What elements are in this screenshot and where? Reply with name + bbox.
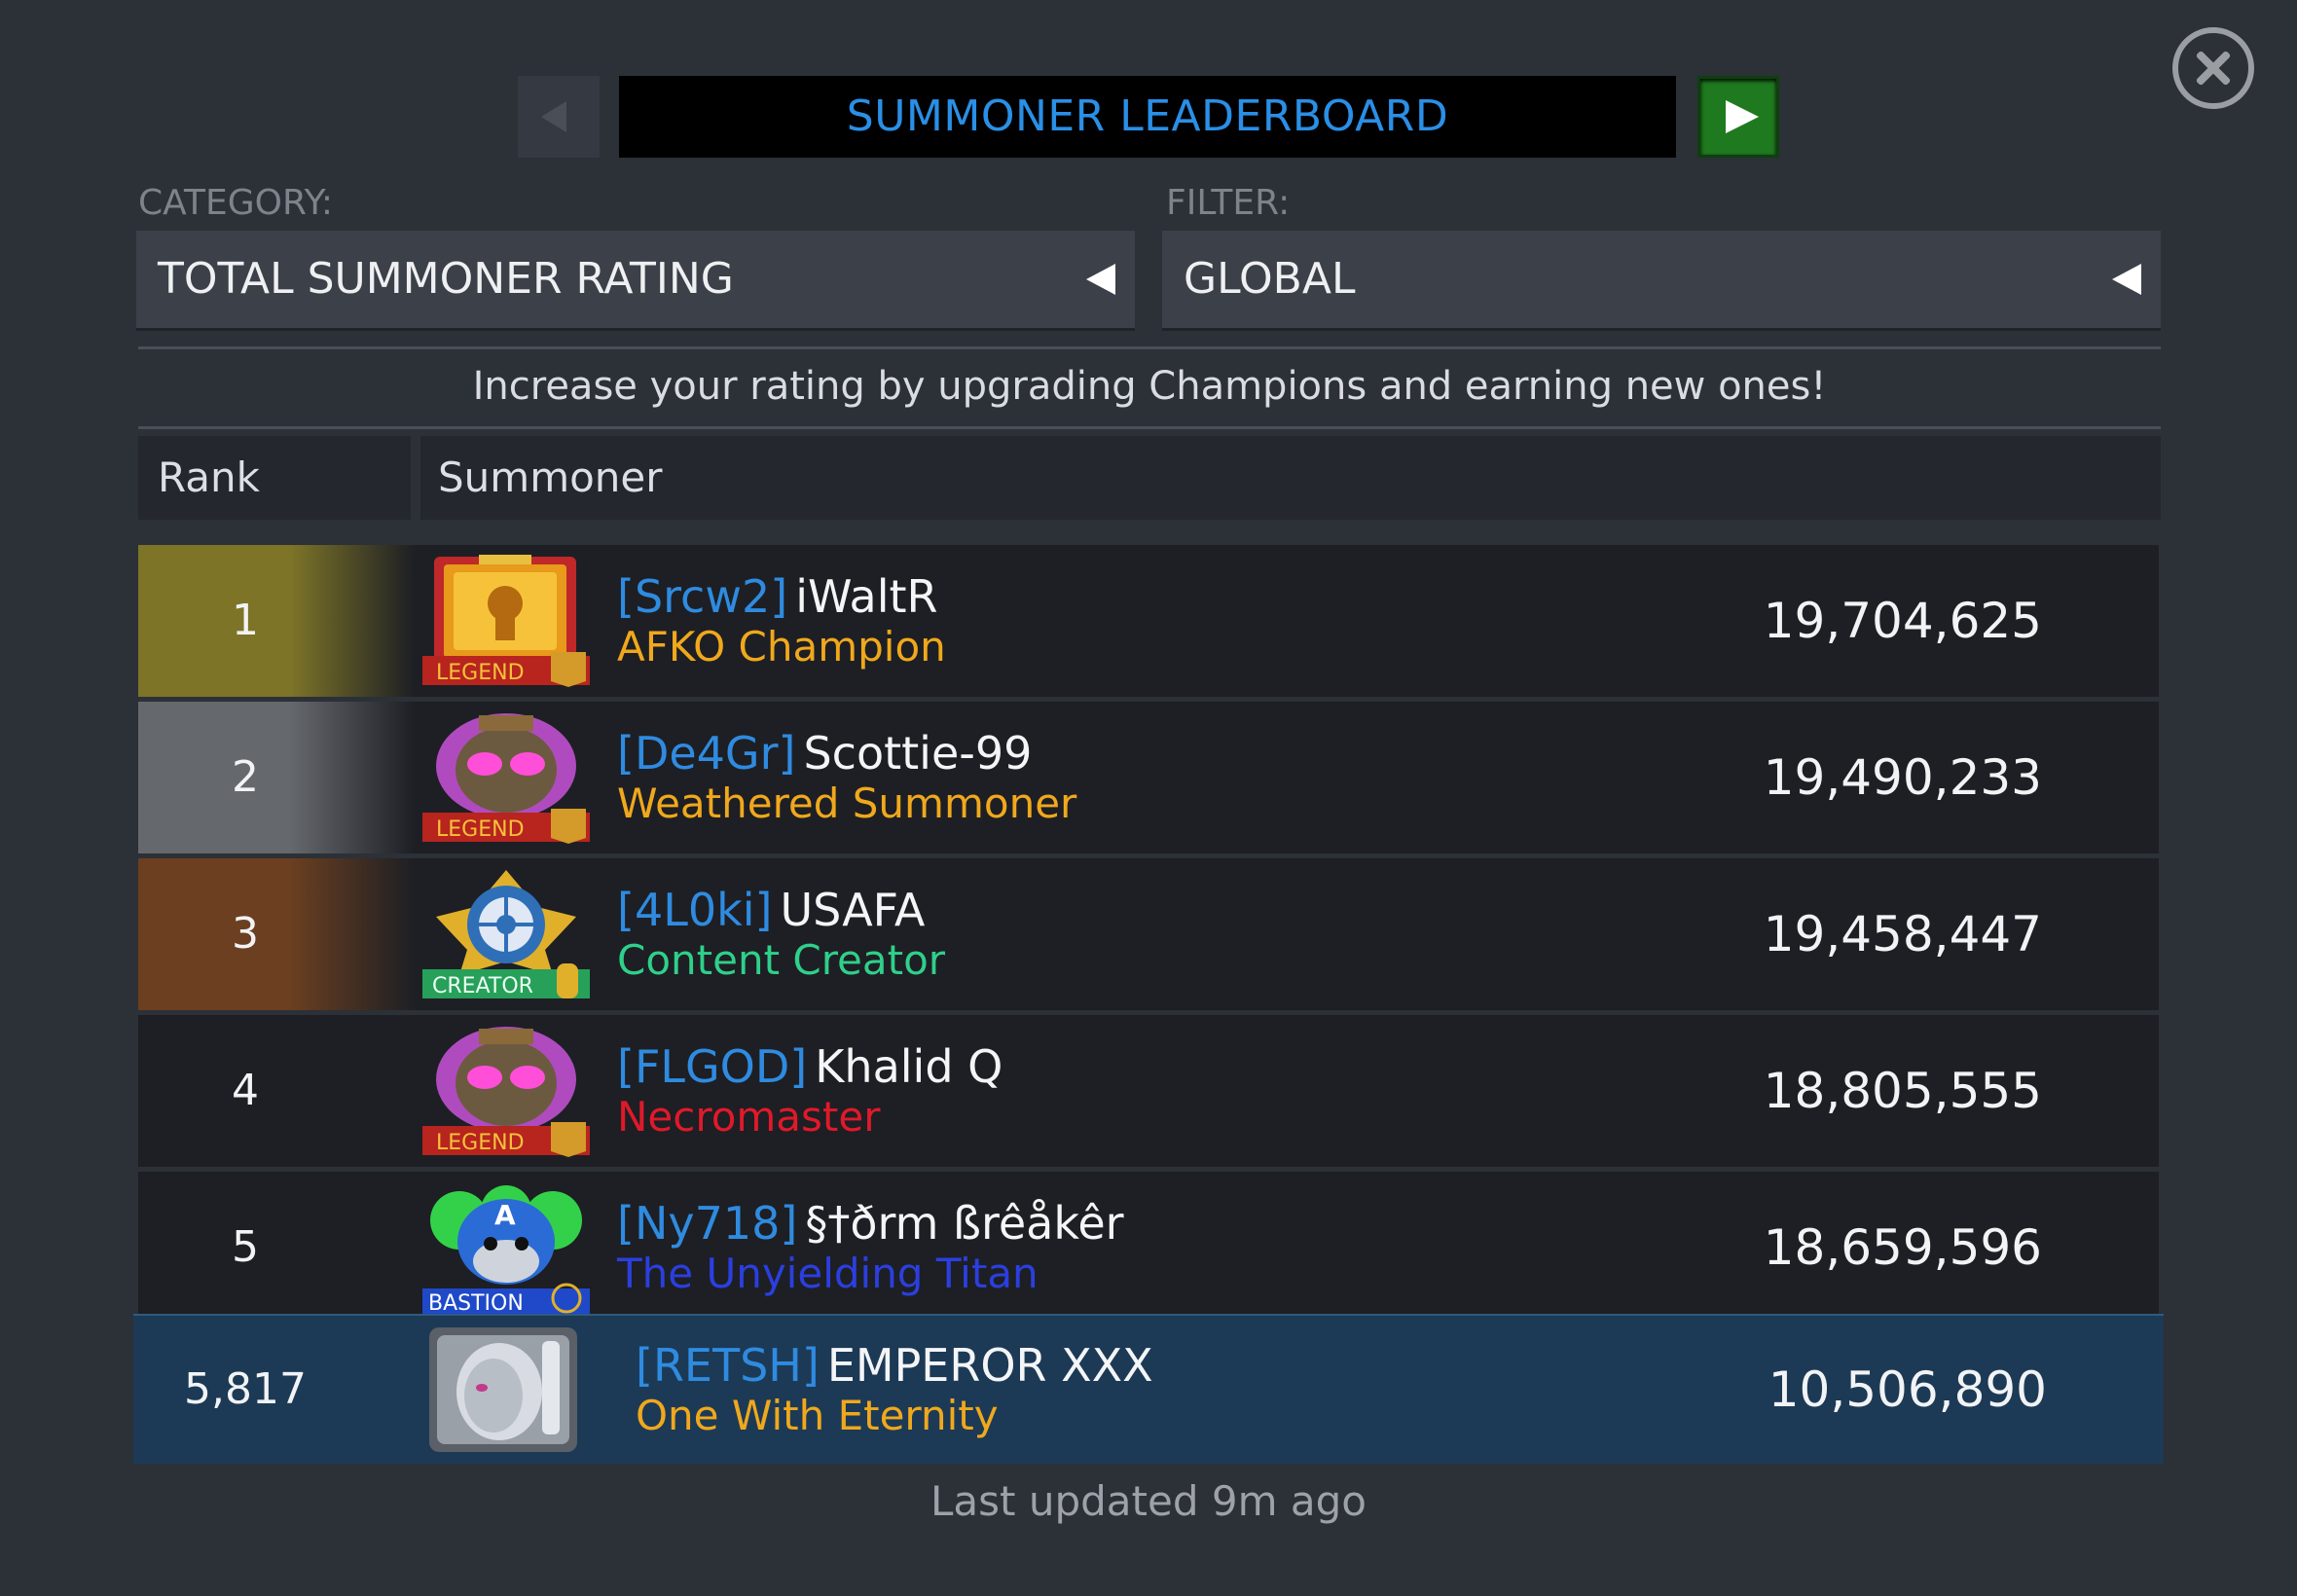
- summoner-title: Necromaster: [617, 1093, 881, 1141]
- rank-value: 1: [232, 596, 259, 645]
- rank-value: 2: [232, 752, 259, 802]
- summoner-title: Weathered Summoner: [617, 780, 1077, 827]
- leaderboard-row[interactable]: 4 LEGEND [FLGOD] Khalid Q Necromaster 18,…: [138, 1015, 2159, 1167]
- arrow-left-icon: [541, 101, 566, 132]
- leaderboard-row[interactable]: 1 LEGEND [Srcw2] iWaltR AFKO Champion 19,…: [138, 545, 2159, 697]
- divider: [138, 346, 2161, 349]
- rank-value: 5: [232, 1222, 259, 1272]
- rating-value: 19,490,233: [1763, 749, 2042, 806]
- badge-legend-label: LEGEND: [436, 817, 525, 842]
- category-value: TOTAL SUMMONER RATING: [158, 254, 734, 304]
- badge-bastion-label: BASTION: [428, 1291, 524, 1314]
- badge-legend-label: LEGEND: [436, 1131, 525, 1155]
- close-button[interactable]: [2172, 27, 2254, 109]
- column-header-summoner: Summoner: [420, 436, 2161, 520]
- summoner-name: EMPEROR XXX: [826, 1339, 1153, 1392]
- leaderboard-row[interactable]: 2 LEGEND [De4Gr] Scottie-99 Weathered Sum…: [138, 702, 2159, 853]
- summoner-name: §†ðrm ßrêåkêr: [805, 1197, 1124, 1250]
- summoner-title: The Unyielding Titan: [617, 1250, 1039, 1297]
- badge-legend-label: LEGEND: [436, 661, 525, 685]
- leaderboard-title-bar: SUMMONER LEADERBOARD: [619, 76, 1676, 158]
- summoner-name-line: [Ny718] §†ðrm ßrêåkêr: [617, 1197, 1124, 1250]
- category-label: CATEGORY:: [138, 183, 333, 223]
- badge-creator-label: CREATOR: [432, 974, 533, 998]
- filter-label: FILTER:: [1166, 183, 1291, 223]
- page-title: SUMMONER LEADERBOARD: [846, 91, 1449, 141]
- dropdown-arrow-icon: [1086, 264, 1115, 295]
- leaderboard-row[interactable]: 5 A BASTION [Ny718] §†ðrm ßrêåkêr The Uny…: [138, 1172, 2159, 1314]
- alliance-tag: [Srcw2]: [617, 570, 788, 623]
- summoner-name: Scottie-99: [803, 727, 1033, 780]
- column-header-rank-label: Rank: [158, 453, 260, 501]
- summoner-name-line: [Srcw2] iWaltR: [617, 570, 937, 623]
- column-header-rank: Rank: [138, 436, 411, 520]
- rank-value: 3: [232, 909, 259, 959]
- filter-value: GLOBAL: [1184, 254, 1356, 304]
- dropdown-arrow-icon: [2112, 264, 2141, 295]
- next-leaderboard-button[interactable]: [1697, 76, 1779, 158]
- rank-value: 4: [232, 1066, 259, 1115]
- rating-value: 18,805,555: [1763, 1063, 2042, 1119]
- alliance-tag: [De4Gr]: [617, 727, 796, 780]
- summoner-title: One With Eternity: [636, 1392, 999, 1439]
- hint-text: Increase your rating by upgrading Champi…: [472, 364, 1827, 409]
- alliance-tag: [FLGOD]: [617, 1040, 808, 1093]
- rating-value: 10,506,890: [1768, 1361, 2047, 1418]
- summoner-name-line: [FLGOD] Khalid Q: [617, 1040, 1003, 1093]
- summoner-title: AFKO Champion: [617, 623, 946, 671]
- rating-value: 19,704,625: [1763, 593, 2042, 649]
- arrow-right-icon: [1726, 100, 1759, 133]
- svg-text:A: A: [494, 1199, 516, 1231]
- filter-dropdown[interactable]: GLOBAL: [1162, 231, 2161, 328]
- rating-value: 18,659,596: [1763, 1219, 2042, 1276]
- gold-keyhole-avatar-icon: LEGEND: [422, 555, 590, 687]
- captain-america-zombie-avatar-icon: A BASTION: [422, 1185, 590, 1314]
- rating-value: 19,458,447: [1763, 906, 2042, 962]
- alliance-tag: [Ny718]: [617, 1197, 798, 1250]
- rank-value: 5,817: [184, 1364, 307, 1414]
- previous-leaderboard-button[interactable]: [518, 76, 600, 158]
- summoner-title: Content Creator: [617, 936, 946, 984]
- summoner-name: Khalid Q: [815, 1040, 1003, 1093]
- my-leaderboard-row[interactable]: 5,817 [RETSH] EMPEROR XXX One With Eterni…: [133, 1314, 2164, 1464]
- alliance-tag: [4L0ki]: [617, 884, 773, 936]
- divider: [138, 426, 2161, 429]
- silver-head-avatar-icon: [429, 1327, 577, 1452]
- summoner-name-line: [RETSH] EMPEROR XXX: [636, 1339, 1153, 1392]
- summoner-name-line: [De4Gr] Scottie-99: [617, 727, 1032, 780]
- star-lord-helmet-avatar-icon: LEGEND: [422, 713, 590, 844]
- column-header-summoner-label: Summoner: [438, 453, 663, 501]
- compass-emblem-avatar-icon: CREATOR: [422, 870, 590, 998]
- summoner-name: USAFA: [780, 884, 926, 936]
- summoner-name-line: [4L0ki] USAFA: [617, 884, 925, 936]
- leaderboard-row[interactable]: 3 CREATOR [4L0ki] USAFA Content Creator 1…: [138, 858, 2159, 1010]
- category-dropdown[interactable]: TOTAL SUMMONER RATING: [136, 231, 1135, 328]
- star-lord-helmet-avatar-icon: LEGEND: [422, 1027, 590, 1157]
- alliance-tag: [RETSH]: [636, 1339, 820, 1392]
- summoner-name: iWaltR: [795, 570, 938, 623]
- last-updated-text: Last updated 9m ago: [930, 1477, 1367, 1525]
